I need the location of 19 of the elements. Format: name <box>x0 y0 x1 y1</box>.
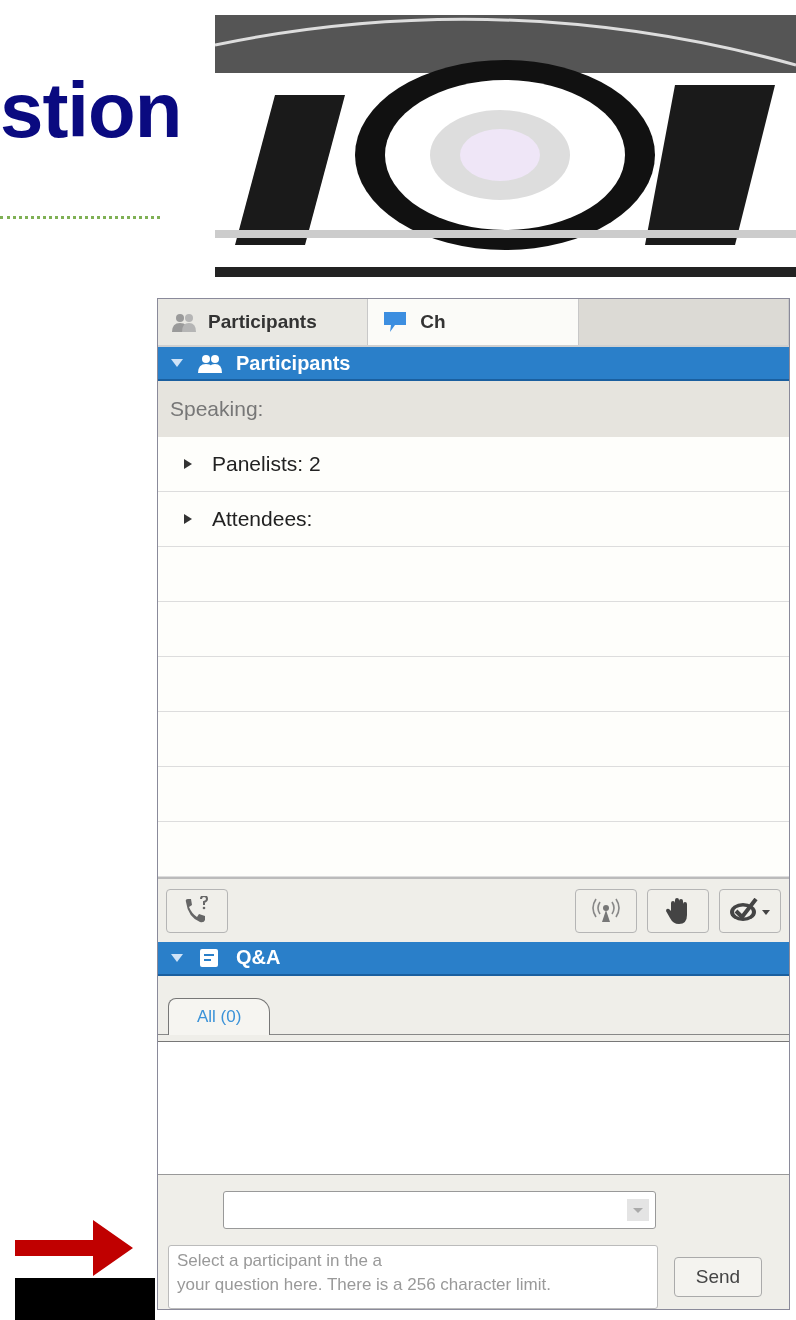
people-icon <box>172 312 196 333</box>
toolbar-button[interactable] <box>166 888 228 933</box>
arrow-icon <box>15 1220 133 1276</box>
people-icon <box>198 353 222 374</box>
broadcast-icon <box>589 897 623 924</box>
panel-tab[interactable]: Ch <box>368 299 579 346</box>
section-header[interactable]: Participants <box>158 347 789 382</box>
slide-title: stion <box>0 65 183 156</box>
panel-tab[interactable]: Participants <box>158 299 369 346</box>
recipient-dropdown[interactable] <box>223 1191 656 1229</box>
section-header[interactable]: Q&A <box>158 941 789 976</box>
approve-dropdown-icon <box>728 897 772 924</box>
participant-group[interactable]: Attendees: <box>158 492 789 548</box>
send-button[interactable]: Send <box>674 1257 762 1297</box>
question-field[interactable]: Select a participant in the a your question here. There is a 256 character limit. <box>168 1245 658 1309</box>
toolbar-button[interactable] <box>719 888 781 933</box>
participant-group[interactable]: Panelists: 2 <box>158 437 789 493</box>
toolbar-button[interactable] <box>647 888 709 933</box>
speaking-label: Speaking: <box>170 397 264 422</box>
